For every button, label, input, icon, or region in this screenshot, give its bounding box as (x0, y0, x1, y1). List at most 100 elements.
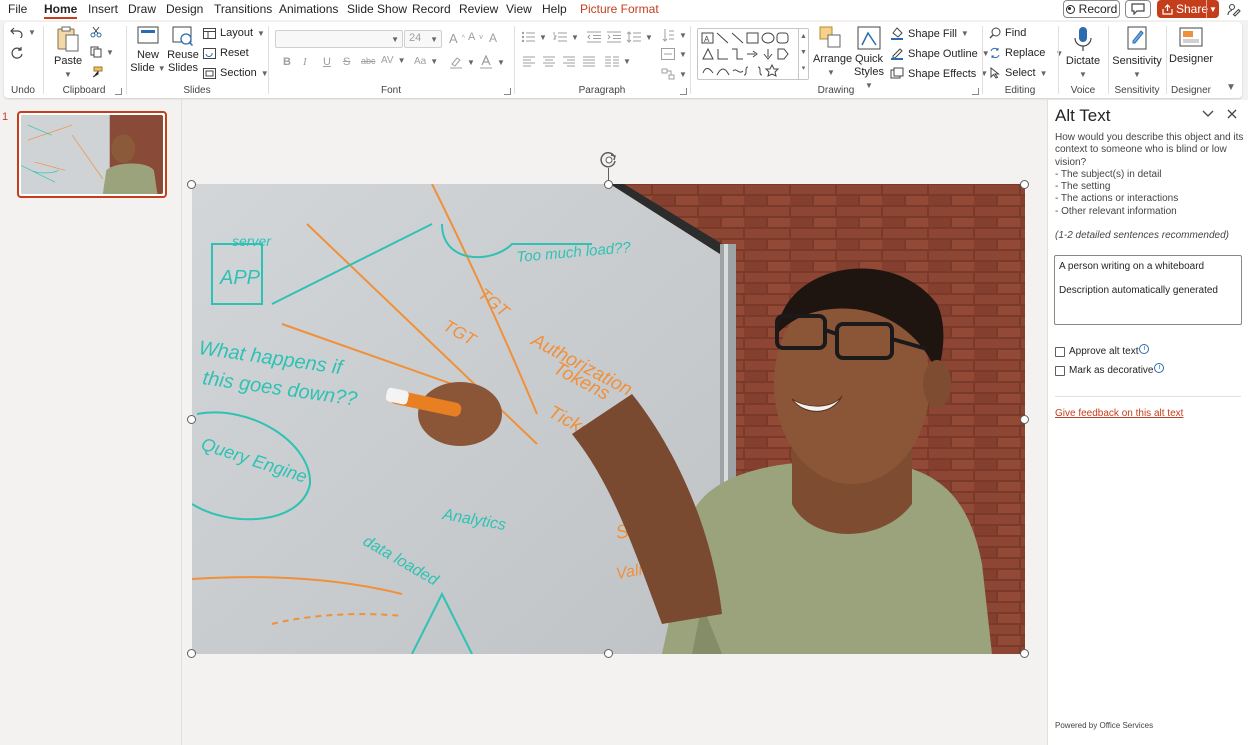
info-icon[interactable]: i (1139, 343, 1150, 354)
italic-button[interactable]: I (303, 56, 307, 68)
shape-outline-button[interactable]: Shape Outline ▼ (890, 47, 990, 60)
increase-indent-button[interactable] (607, 31, 621, 43)
share-button[interactable]: Share ▼ (1157, 0, 1219, 18)
comments-button[interactable] (1125, 0, 1151, 18)
layout-button[interactable]: Layout ▼ (203, 27, 265, 39)
align-text-button[interactable]: ▼ (661, 48, 687, 60)
section-button[interactable]: Section ▼ (203, 67, 269, 79)
selected-picture[interactable]: APP server What happens if this goes dow… (192, 184, 1025, 654)
slides-group: New Slide ▼ Reuse Slides Layout ▼ Reset Sec… (127, 22, 269, 98)
designer-button[interactable]: Designer (1169, 25, 1213, 66)
tab-home[interactable]: Home (44, 2, 78, 19)
highlight-button[interactable]: ▼ (449, 55, 475, 69)
resize-handle-top-left[interactable] (187, 180, 196, 189)
shrink-font-button[interactable]: Av (468, 31, 483, 43)
align-center-button[interactable] (543, 56, 555, 67)
shape-fill-button[interactable]: Shape Fill ▼ (890, 27, 969, 40)
pane-close-button[interactable] (1224, 106, 1240, 122)
pane-options-button[interactable] (1200, 106, 1216, 122)
character-spacing-button[interactable]: AV ▼ (381, 55, 406, 66)
tab-draw[interactable]: Draw (128, 2, 156, 16)
resize-handle-right[interactable] (1020, 415, 1029, 424)
paragraph-launcher-icon[interactable] (680, 88, 687, 95)
replace-button[interactable]: Replace ▼ (989, 47, 1063, 59)
tab-view[interactable]: View (506, 2, 532, 16)
text-direction-button[interactable]: ▼ (661, 28, 687, 42)
find-button[interactable]: Find (989, 27, 1026, 39)
mark-decorative-checkbox[interactable]: Mark as decorative i (1055, 362, 1165, 376)
arrange-button[interactable]: Arrange ▼ (813, 25, 852, 79)
tab-record[interactable]: Record (412, 2, 451, 16)
clear-formatting-button[interactable]: A (489, 31, 497, 45)
shapes-gallery-scroll[interactable]: ▲ ▼ ▾ (798, 29, 808, 79)
instruction-line: - The actions or interactions (1055, 193, 1179, 205)
rotate-handle-icon[interactable] (599, 150, 619, 170)
quick-styles-button[interactable]: Quick Styles ▼ (851, 25, 887, 92)
copy-button[interactable]: ▼ (90, 46, 114, 58)
reset-button[interactable]: Reset (203, 47, 249, 59)
share-dropdown-icon[interactable]: ▼ (1206, 0, 1219, 18)
format-painter-button[interactable] (90, 66, 103, 78)
info-icon[interactable]: i (1154, 362, 1165, 373)
bold-button[interactable]: B (283, 56, 291, 68)
tab-transitions[interactable]: Transitions (214, 2, 272, 16)
tab-animations[interactable]: Animations (279, 2, 338, 16)
shape-effects-button[interactable]: Shape Effects ▼ (890, 67, 988, 80)
grow-font-button[interactable]: A ^ (449, 31, 465, 46)
change-case-button[interactable]: Aa ▼ (414, 56, 438, 67)
editing-mode-button[interactable] (1225, 1, 1243, 19)
bullets-button[interactable]: ▼ (521, 31, 547, 43)
align-right-button[interactable] (563, 56, 575, 67)
cut-button[interactable] (90, 26, 102, 38)
font-group: ▼ 24 ▼ A ^ Av A B I U S abc AV ▼ Aa ▼ ▼ ▼ Fo… (269, 22, 513, 98)
paste-button[interactable]: Paste ▼ (54, 25, 82, 81)
alt-text-input[interactable]: A person writing on a whiteboard Descrip… (1054, 255, 1242, 325)
smartart-button[interactable]: ▼ (661, 68, 687, 80)
font-launcher-icon[interactable] (504, 88, 511, 95)
resize-handle-bottom-right[interactable] (1020, 649, 1029, 658)
record-icon (1065, 4, 1075, 14)
pane-title: Alt Text (1055, 106, 1111, 125)
tab-insert[interactable]: Insert (88, 2, 118, 16)
tab-review[interactable]: Review (459, 2, 498, 16)
resize-handle-top-right[interactable] (1020, 180, 1029, 189)
tab-help[interactable]: Help (542, 2, 567, 16)
font-name-field[interactable]: ▼ (275, 30, 403, 48)
dictate-button[interactable]: Dictate ▼ (1065, 25, 1101, 81)
record-button[interactable]: Record (1063, 0, 1120, 18)
resize-handle-bottom-left[interactable] (187, 649, 196, 658)
select-button[interactable]: Select ▼ (989, 67, 1048, 79)
approve-alt-text-checkbox[interactable]: Approve alt text i (1055, 343, 1150, 357)
tab-slide-show[interactable]: Slide Show (347, 2, 407, 16)
tab-design[interactable]: Design (166, 2, 203, 16)
tab-picture-format[interactable]: Picture Format (580, 2, 659, 16)
ribbon-collapse-button[interactable]: ▼ (1226, 82, 1236, 93)
justify-button[interactable] (583, 56, 595, 67)
redo-button[interactable] (10, 46, 24, 60)
underline-button[interactable]: U (323, 56, 331, 68)
instruction-line: - Other relevant information (1055, 205, 1177, 217)
font-color-button[interactable]: ▼ (479, 55, 505, 69)
shadow-button[interactable]: abc (361, 56, 376, 66)
strikethrough-button[interactable]: S (343, 56, 350, 68)
resize-handle-left[interactable] (187, 415, 196, 424)
decrease-indent-button[interactable] (587, 31, 601, 43)
paste-label: Paste (54, 55, 83, 67)
slide-thumbnail[interactable] (17, 111, 167, 198)
resize-handle-top[interactable] (604, 180, 613, 189)
columns-button[interactable]: ▼ (605, 56, 631, 67)
numbering-button[interactable]: ▼ (553, 31, 579, 43)
drawing-launcher-icon[interactable] (972, 88, 979, 95)
font-size-field[interactable]: 24 ▼ (404, 30, 442, 48)
feedback-link[interactable]: Give feedback on this alt text (1055, 408, 1183, 419)
line-spacing-button[interactable]: ▼ (627, 31, 653, 43)
clipboard-launcher-icon[interactable] (115, 88, 122, 95)
align-left-button[interactable] (523, 56, 535, 67)
reuse-slides-button[interactable]: Reuse Slides (165, 25, 201, 75)
resize-handle-bottom[interactable] (604, 649, 613, 658)
shapes-gallery[interactable]: A ▲ ▼ ▾ (697, 28, 809, 80)
tab-file[interactable]: File (8, 2, 27, 16)
sensitivity-button[interactable]: Sensitivity ▼ (1111, 25, 1163, 81)
undo-button[interactable]: ▼ (10, 26, 36, 38)
new-slide-button[interactable]: New Slide ▼ (130, 25, 166, 75)
